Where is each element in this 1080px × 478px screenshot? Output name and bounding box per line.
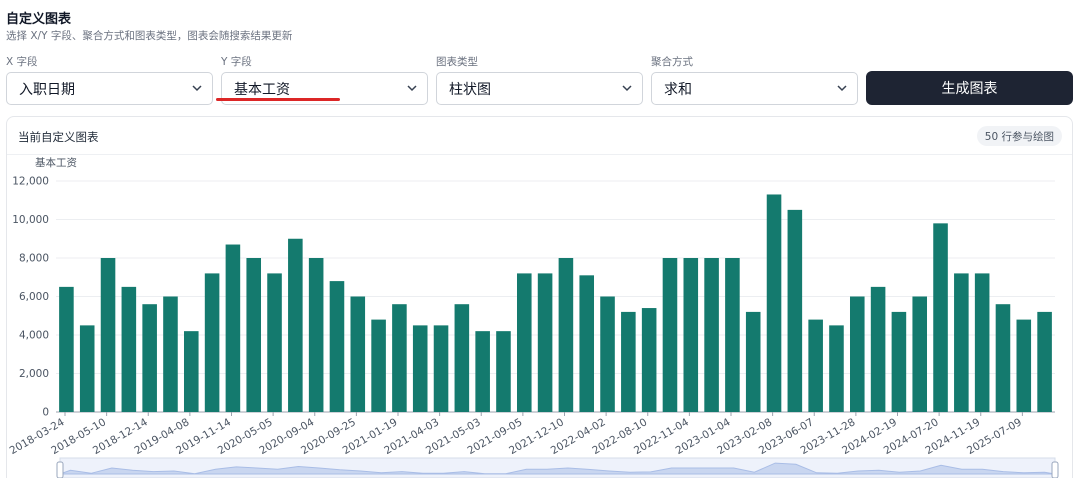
zoom-handle-right[interactable]: [1051, 461, 1059, 478]
y-tick-label: 12,000: [12, 176, 49, 188]
bar: [204, 273, 220, 412]
y-axis-title: 基本工资: [35, 156, 77, 169]
bar: [641, 308, 657, 412]
bar: [371, 319, 386, 412]
bar: [725, 258, 740, 412]
bar: [225, 244, 241, 412]
y-tick-label: 2,000: [19, 368, 49, 380]
zoom-slider[interactable]: [59, 457, 1056, 478]
bar: [433, 325, 449, 412]
bar: [933, 223, 948, 412]
bar: [891, 311, 907, 412]
bar: [246, 258, 262, 412]
bar: [59, 286, 74, 412]
bar: [662, 258, 678, 412]
bar: [142, 304, 157, 412]
bar: [974, 273, 990, 412]
bar: [79, 325, 95, 412]
bar: [454, 304, 470, 412]
bar: [121, 286, 137, 412]
bar: [787, 209, 803, 412]
y-tick-label: 0: [42, 407, 49, 419]
bar: [1016, 319, 1032, 412]
zoom-handle-left[interactable]: [56, 461, 64, 478]
bar: [100, 258, 116, 412]
bar: [600, 296, 615, 412]
bar-chart: 02,0004,0006,0008,00010,00012,000基本工资201…: [8, 156, 1059, 478]
bar: [412, 325, 428, 412]
bar: [621, 311, 636, 412]
bar: [766, 194, 782, 412]
bar: [912, 296, 928, 412]
bar: [954, 273, 969, 412]
bar: [496, 331, 511, 412]
bar: [308, 258, 324, 412]
y-tick-label: 4,000: [19, 330, 49, 342]
bar: [537, 273, 553, 412]
bar: [745, 311, 761, 412]
bar: [392, 304, 407, 412]
bar: [995, 304, 1011, 412]
bar: [558, 258, 574, 412]
bar: [163, 296, 178, 412]
bar: [579, 275, 595, 412]
y-tick-label: 8,000: [19, 253, 49, 265]
bar: [350, 296, 366, 412]
bar: [683, 258, 699, 412]
bar: [516, 273, 532, 412]
bar: [808, 319, 823, 412]
bar: [704, 258, 719, 412]
bar: [267, 273, 282, 412]
bar: [849, 296, 865, 412]
bar: [475, 331, 490, 412]
bar: [183, 331, 199, 412]
y-tick-label: 6,000: [19, 291, 49, 303]
bar: [329, 281, 345, 412]
bar: [870, 286, 886, 412]
bar: [1037, 311, 1052, 412]
y-tick-label: 10,000: [12, 214, 49, 226]
bar: [829, 325, 844, 412]
bar: [288, 238, 303, 412]
